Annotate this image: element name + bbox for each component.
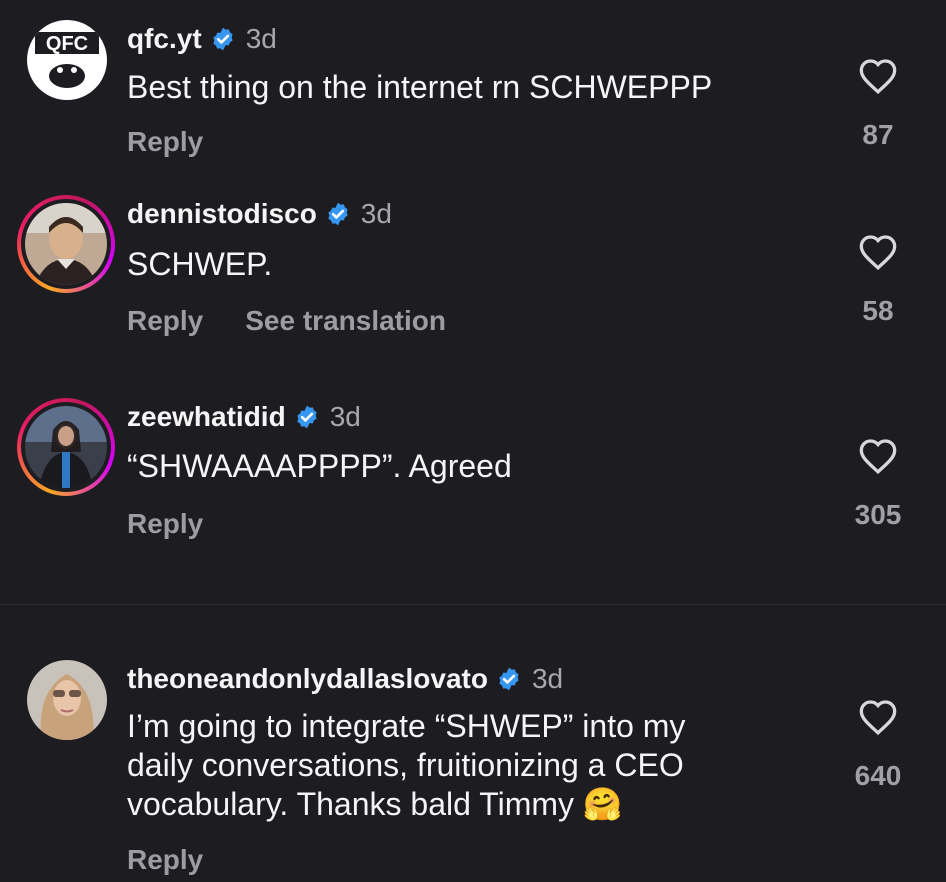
story-avatar[interactable] <box>17 195 115 293</box>
see-translation-button[interactable]: See translation <box>245 305 446 337</box>
avatar[interactable] <box>27 660 107 740</box>
username[interactable]: qfc.yt <box>127 23 202 55</box>
username[interactable]: dennistodisco <box>127 198 317 230</box>
comment-text: SCHWEP. <box>127 246 273 282</box>
comment-text: I’m going to integrate “SHWEP” into my d… <box>127 707 817 824</box>
heart-icon[interactable] <box>858 437 898 475</box>
reply-button[interactable]: Reply <box>127 305 203 337</box>
comment-text: “SHWAAAAPPPP”. Agreed <box>127 448 512 484</box>
like-count: 640 <box>854 760 902 791</box>
username[interactable]: zeewhatidid <box>127 401 286 433</box>
timestamp: 3d <box>329 401 361 432</box>
profile-photo <box>27 660 107 740</box>
verified-badge-icon <box>297 405 317 429</box>
divider <box>0 604 946 605</box>
reply-button[interactable]: Reply <box>127 508 203 540</box>
story-avatar[interactable] <box>17 398 115 496</box>
reply-button[interactable]: Reply <box>127 844 203 876</box>
logo-text: QFC <box>46 33 88 55</box>
comment-text-line: vocabulary. Thanks bald Timmy 🤗 <box>127 786 623 822</box>
profile-photo <box>25 406 107 488</box>
username[interactable]: theoneandonlydallaslovato <box>127 663 488 695</box>
heart-icon[interactable] <box>858 233 898 271</box>
like-count: 58 <box>862 295 894 326</box>
timestamp: 3d <box>360 198 392 229</box>
verified-badge-icon <box>499 667 519 691</box>
reply-button[interactable]: Reply <box>127 126 203 158</box>
avatar[interactable]: QFC <box>27 20 107 100</box>
like-count: 305 <box>854 499 902 530</box>
verified-badge-icon <box>328 202 348 226</box>
verified-badge-icon <box>213 27 233 51</box>
comment-text-line: daily conversations, fruitionizing a CEO <box>127 747 684 783</box>
like-count: 87 <box>862 119 894 150</box>
timestamp: 3d <box>245 23 277 54</box>
qfc-logo-icon: QFC <box>35 32 99 88</box>
heart-icon[interactable] <box>858 698 898 736</box>
heart-icon[interactable] <box>858 57 898 95</box>
comment-text-line: I’m going to integrate “SHWEP” into my <box>127 708 686 744</box>
timestamp: 3d <box>531 663 564 694</box>
comment-text: Best thing on the internet rn SCHWEPPP <box>127 69 713 105</box>
profile-photo <box>25 203 107 285</box>
